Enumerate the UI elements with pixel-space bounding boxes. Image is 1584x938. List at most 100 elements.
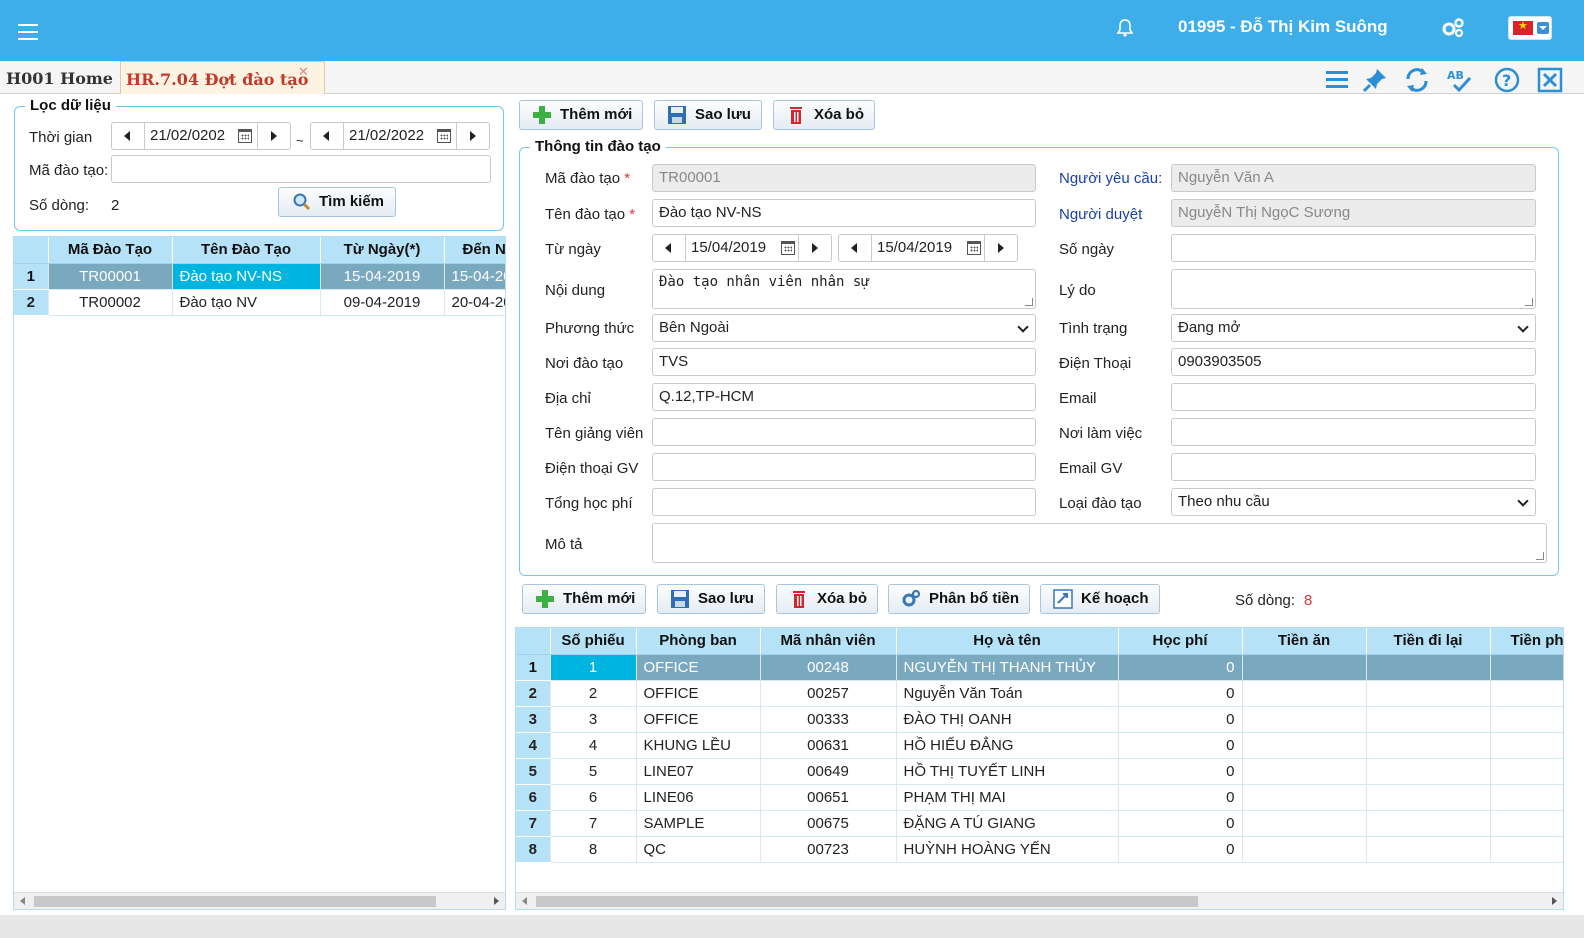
col-header-name[interactable]: Họ và tên: [896, 628, 1119, 655]
cell-emp[interactable]: 00631: [760, 732, 897, 759]
col-header-no[interactable]: Số phiếu: [550, 628, 637, 655]
cell-travel[interactable]: [1366, 706, 1491, 733]
from-date-picker[interactable]: 15/04/2019: [652, 234, 832, 262]
cell-dept[interactable]: OFFICE: [636, 706, 761, 733]
cell-travel[interactable]: [1366, 758, 1491, 785]
cell-meal[interactable]: [1242, 706, 1367, 733]
cell-no[interactable]: 3: [550, 706, 637, 733]
cell-dept[interactable]: QC: [636, 836, 761, 863]
col-header-dept[interactable]: Phòng ban: [636, 628, 761, 655]
table-row[interactable]: 6 6 LINE06 00651 PHẠM THỊ MAI 0: [516, 784, 1563, 811]
cell-meal[interactable]: [1242, 732, 1367, 759]
table-row[interactable]: 1 TR00001 Đào tạo NV-NS 15-04-2019 15-04…: [14, 263, 505, 290]
cell-emp[interactable]: 00248: [760, 654, 897, 681]
cell-meal[interactable]: [1242, 654, 1367, 681]
cell-emp[interactable]: 00651: [760, 784, 897, 811]
col-header-emp[interactable]: Mã nhân viên: [760, 628, 897, 655]
cell-emp[interactable]: 00675: [760, 810, 897, 837]
next-date-icon[interactable]: [985, 235, 1017, 261]
cell-name[interactable]: HUỲNH HOÀNG YẾN: [896, 836, 1119, 863]
cell-emp[interactable]: 00333: [760, 706, 897, 733]
next-date-icon[interactable]: [799, 235, 831, 261]
cell-name[interactable]: Nguyễn Văn Toán: [896, 680, 1119, 707]
cell-no[interactable]: 6: [550, 784, 637, 811]
left-grid-hscrollbar[interactable]: [14, 892, 505, 909]
cell-no[interactable]: 1: [550, 654, 637, 681]
cell-meal[interactable]: [1242, 836, 1367, 863]
cell-dept[interactable]: OFFICE: [636, 654, 761, 681]
calendar-icon[interactable]: [238, 129, 252, 143]
delete-button[interactable]: Xóa bỏ: [773, 100, 875, 130]
cell-dept[interactable]: SAMPLE: [636, 810, 761, 837]
cell-room[interactable]: [1490, 758, 1563, 785]
pin-icon[interactable]: [1362, 67, 1388, 93]
cell-fee[interactable]: 0: [1118, 784, 1243, 811]
cell-dept[interactable]: OFFICE: [636, 680, 761, 707]
cell-travel[interactable]: [1366, 732, 1491, 759]
cell-travel[interactable]: [1366, 654, 1491, 681]
cell-no[interactable]: 2: [550, 680, 637, 707]
cell-name[interactable]: ĐẶNG A TÚ GIANG: [896, 810, 1119, 837]
cell-fee[interactable]: 0: [1118, 732, 1243, 759]
cell-name[interactable]: HỒ THỊ TUYẾT LINH: [896, 758, 1119, 785]
user-name[interactable]: 01995 - Đỗ Thị Kim Suông: [1178, 17, 1388, 37]
refresh-icon[interactable]: [1404, 67, 1430, 93]
code-field[interactable]: TR00001: [652, 164, 1036, 192]
cell-no[interactable]: 8: [550, 836, 637, 863]
cell-to[interactable]: 15-04-2019: [444, 263, 505, 290]
desc-textarea[interactable]: [652, 523, 1547, 563]
cell-no[interactable]: 4: [550, 732, 637, 759]
cell-name[interactable]: NGUYỄN THỊ THANH THỦY: [896, 654, 1119, 681]
cell-room[interactable]: [1490, 680, 1563, 707]
col-header-code[interactable]: Mã Đào Tạo: [48, 237, 173, 264]
language-selector[interactable]: [1508, 16, 1552, 40]
cell-name[interactable]: Đào tạo NV: [172, 289, 321, 316]
cell-no[interactable]: 7: [550, 810, 637, 837]
help-icon[interactable]: ?: [1494, 67, 1520, 93]
days-field[interactable]: [1171, 234, 1536, 262]
workplace-field[interactable]: [1171, 418, 1536, 446]
cell-from[interactable]: 15-04-2019: [320, 263, 445, 290]
name-field[interactable]: Đào tạo NV-NS: [652, 199, 1036, 227]
prev-date-icon[interactable]: [653, 235, 685, 261]
requester-label[interactable]: Người yêu cầu:: [1059, 170, 1162, 187]
cell-meal[interactable]: [1242, 810, 1367, 837]
filter-date-to[interactable]: 21/02/2022: [310, 122, 490, 150]
cell-room[interactable]: [1490, 732, 1563, 759]
table-row[interactable]: 1 1 OFFICE 00248 NGUYỄN THỊ THANH THỦY 0: [516, 654, 1563, 681]
type-select[interactable]: Theo nhu cầu: [1171, 488, 1536, 516]
teacher-phone-field[interactable]: [652, 453, 1036, 481]
cell-emp[interactable]: 00257: [760, 680, 897, 707]
cell-room[interactable]: [1490, 706, 1563, 733]
cell-travel[interactable]: [1366, 680, 1491, 707]
cell-room[interactable]: [1490, 836, 1563, 863]
col-header-to[interactable]: Đến Ngày: [444, 237, 505, 264]
cell-fee[interactable]: 0: [1118, 836, 1243, 863]
cell-no[interactable]: 5: [550, 758, 637, 785]
cell-to[interactable]: 20-04-2019: [444, 289, 505, 316]
cell-travel[interactable]: [1366, 836, 1491, 863]
plan-button[interactable]: Kế hoạch: [1040, 584, 1160, 614]
save-button[interactable]: Sao lưu: [654, 100, 762, 130]
calendar-icon[interactable]: [437, 129, 451, 143]
status-select[interactable]: Đang mở: [1171, 314, 1536, 342]
menu-icon[interactable]: [18, 24, 38, 40]
spellcheck-icon[interactable]: AB: [1446, 67, 1472, 93]
allocate-cost-button[interactable]: Phân bổ tiền: [888, 584, 1030, 614]
tab-close-icon[interactable]: ✕: [298, 64, 309, 80]
cell-fee[interactable]: 0: [1118, 654, 1243, 681]
email-field[interactable]: [1171, 383, 1536, 411]
cell-fee[interactable]: 0: [1118, 680, 1243, 707]
cell-room[interactable]: [1490, 784, 1563, 811]
filter-date-from[interactable]: 21/02/0202: [111, 122, 291, 150]
cell-travel[interactable]: [1366, 784, 1491, 811]
search-button[interactable]: Tìm kiếm: [278, 187, 396, 217]
list-icon[interactable]: [1324, 67, 1350, 93]
col-header-meal[interactable]: Tiền ăn: [1242, 628, 1367, 655]
col-header-fee[interactable]: Học phí: [1118, 628, 1243, 655]
cell-emp[interactable]: 00723: [760, 836, 897, 863]
cell-name[interactable]: Đào tạo NV-NS: [172, 263, 321, 290]
cell-room[interactable]: [1490, 654, 1563, 681]
table-row[interactable]: 3 3 OFFICE 00333 ĐÀO THỊ OANH 0: [516, 706, 1563, 733]
calendar-icon[interactable]: [967, 241, 981, 255]
